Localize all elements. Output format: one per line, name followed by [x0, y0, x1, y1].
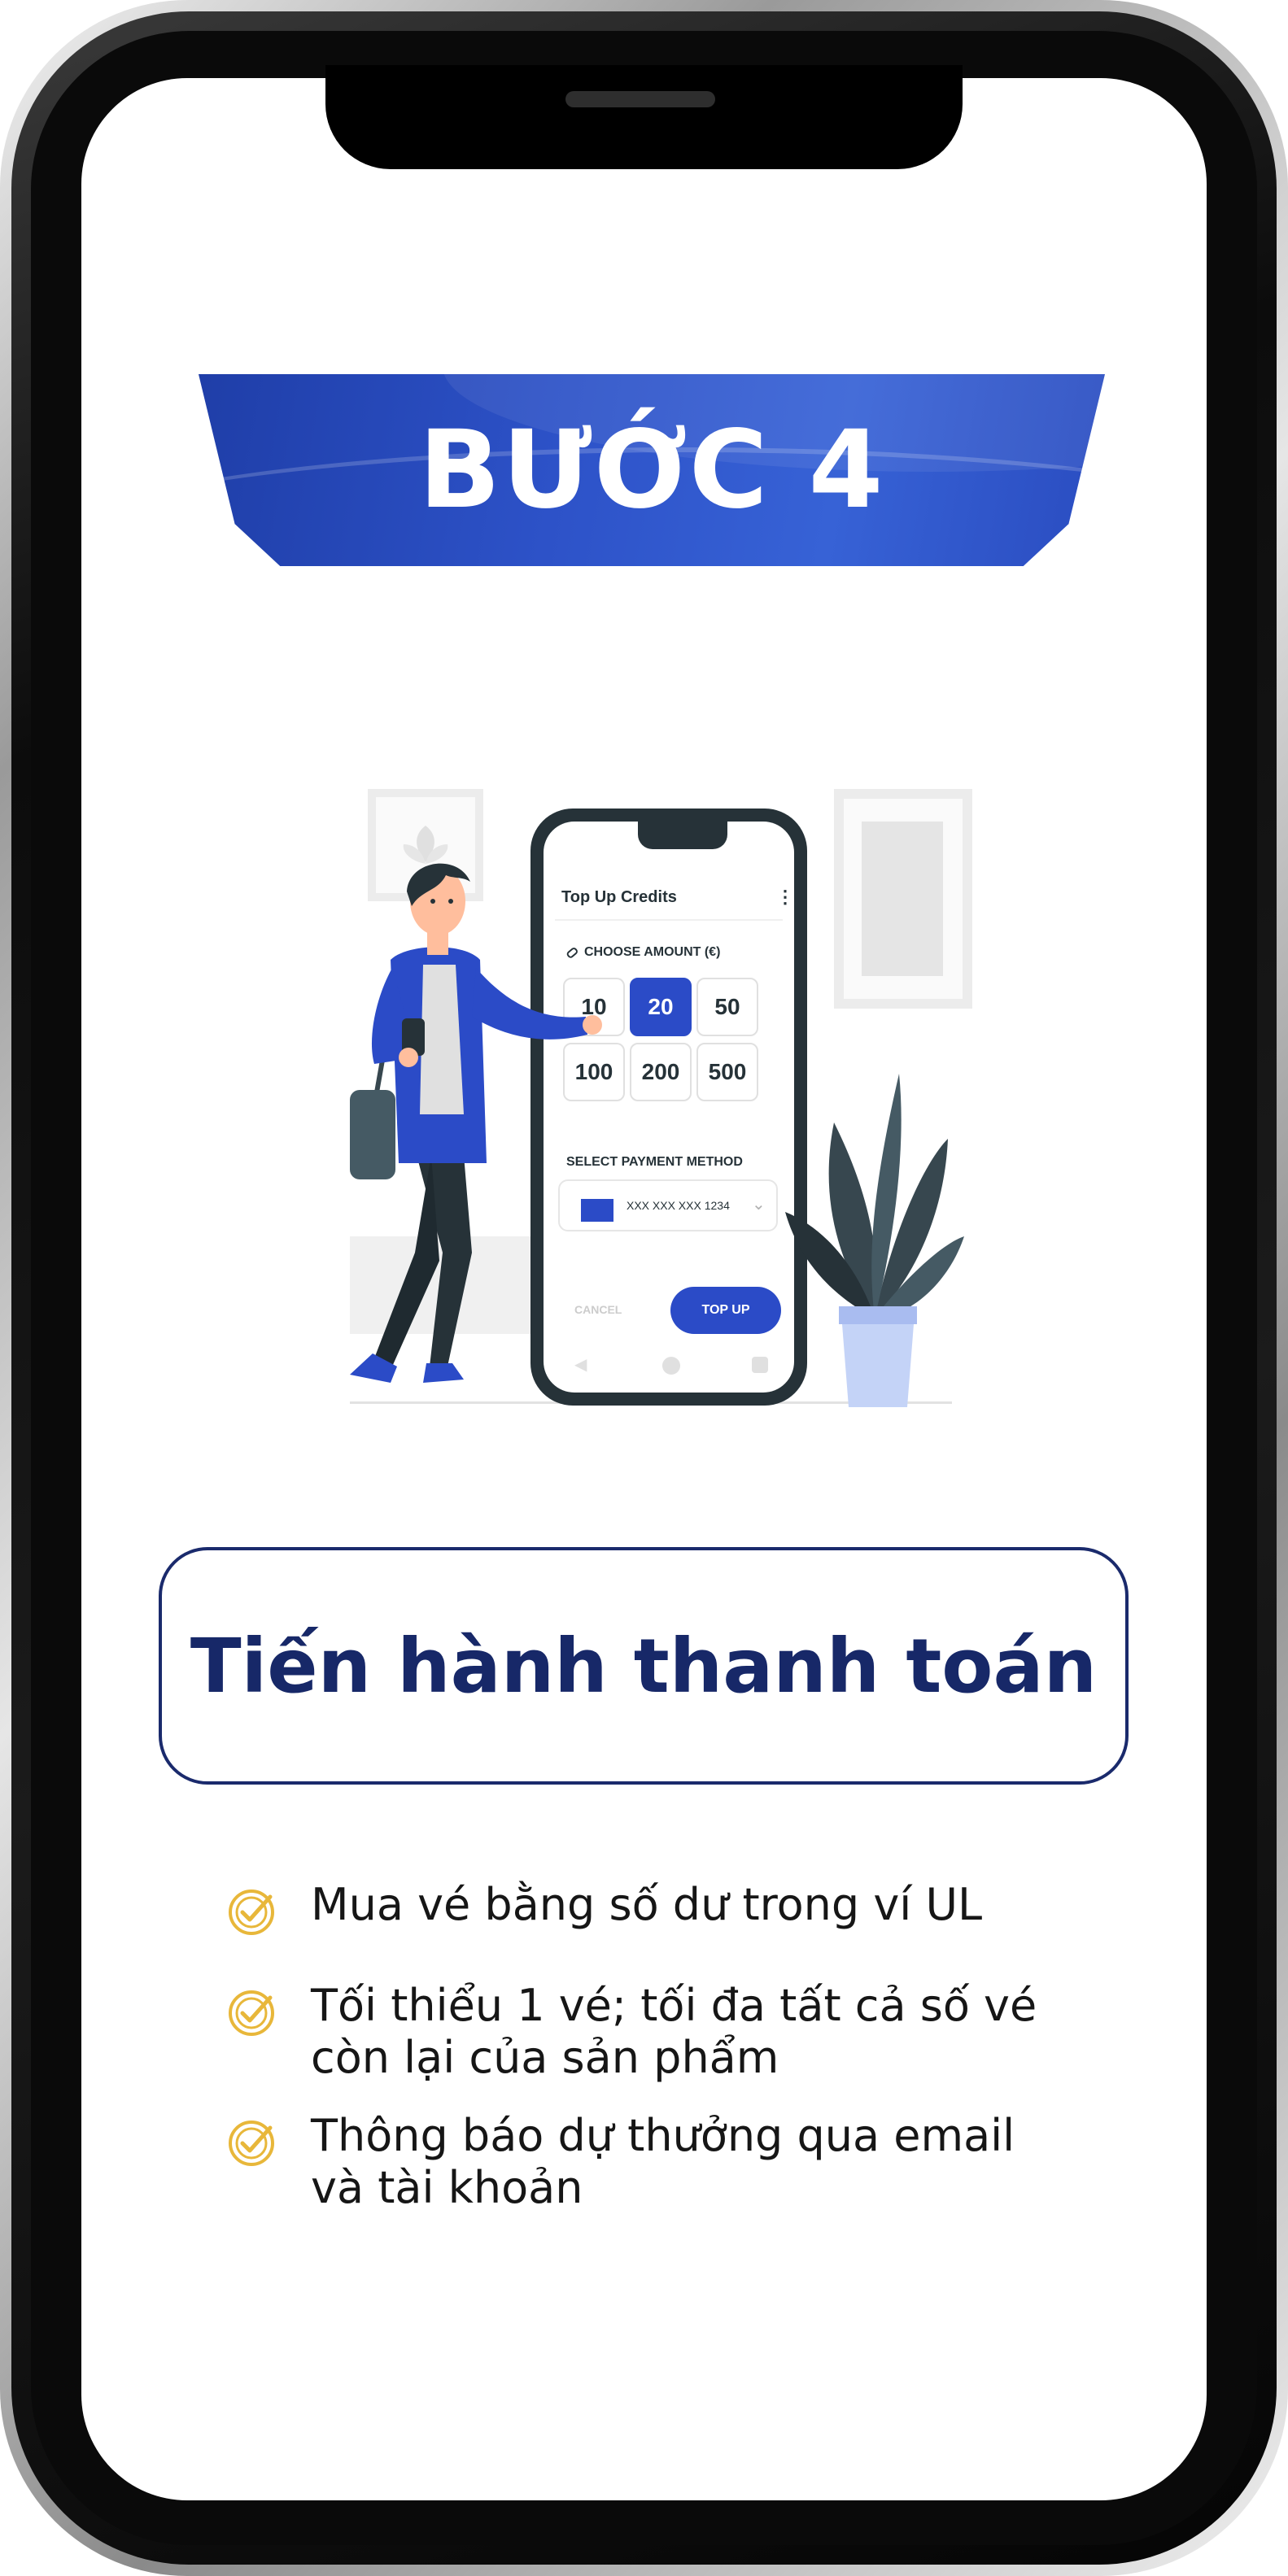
- top-up-button[interactable]: TOP UP: [670, 1287, 781, 1334]
- subtitle: Tiến hành thanh toán: [190, 1622, 1098, 1710]
- amount-label: CHOOSE AMOUNT (€): [584, 945, 721, 959]
- amount-option[interactable]: 200: [630, 1043, 692, 1101]
- wall-frame-right: [834, 789, 972, 1009]
- phone-notch: [325, 65, 963, 169]
- amount-option-selected[interactable]: 20: [630, 978, 692, 1036]
- step-banner: BƯỚC 4: [199, 374, 1105, 566]
- subtitle-box: Tiến hành thanh toán: [159, 1547, 1129, 1785]
- speaker-grille: [565, 91, 715, 107]
- check-circle-icon: [229, 1990, 274, 2036]
- step-title: BƯỚC 4: [418, 408, 885, 533]
- list-item-text: Mua vé bằng số dư trong ví UL: [311, 1879, 983, 1930]
- check-circle-icon: [229, 1890, 274, 1935]
- payment-illustration: Top Up Credits ⋮ CHOOSE AMOUNT (€) 10 20…: [309, 765, 993, 1415]
- nav-recents-icon: [752, 1357, 768, 1373]
- list-item: Thông báo dự thưởng qua email và tài kho…: [225, 2110, 1015, 2214]
- mockup-notch: [638, 822, 727, 849]
- frame-art: [862, 822, 943, 976]
- plant-illustration: [785, 1074, 964, 1407]
- more-vertical-icon: ⋮: [776, 887, 794, 907]
- nav-home-icon: [662, 1357, 680, 1375]
- amount-option[interactable]: 500: [696, 1043, 758, 1101]
- check-circle-icon: [229, 2121, 274, 2166]
- amount-option[interactable]: 50: [696, 978, 758, 1036]
- list-item-text: Thông báo dự thưởng qua email và tài kho…: [311, 2110, 1015, 2213]
- list-item-text: Tối thiểu 1 vé; tối đa tất cả số vé còn …: [311, 1980, 1037, 2083]
- card-number: XXX XXX XXX 1234: [627, 1199, 730, 1212]
- list-item: Tối thiểu 1 vé; tối đa tất cả số vé còn …: [225, 1980, 1037, 2084]
- person-figure: [350, 863, 602, 1383]
- chevron-down-icon: ⌄: [752, 1196, 766, 1214]
- list-item: Mua vé bằng số dư trong ví UL: [225, 1879, 983, 1935]
